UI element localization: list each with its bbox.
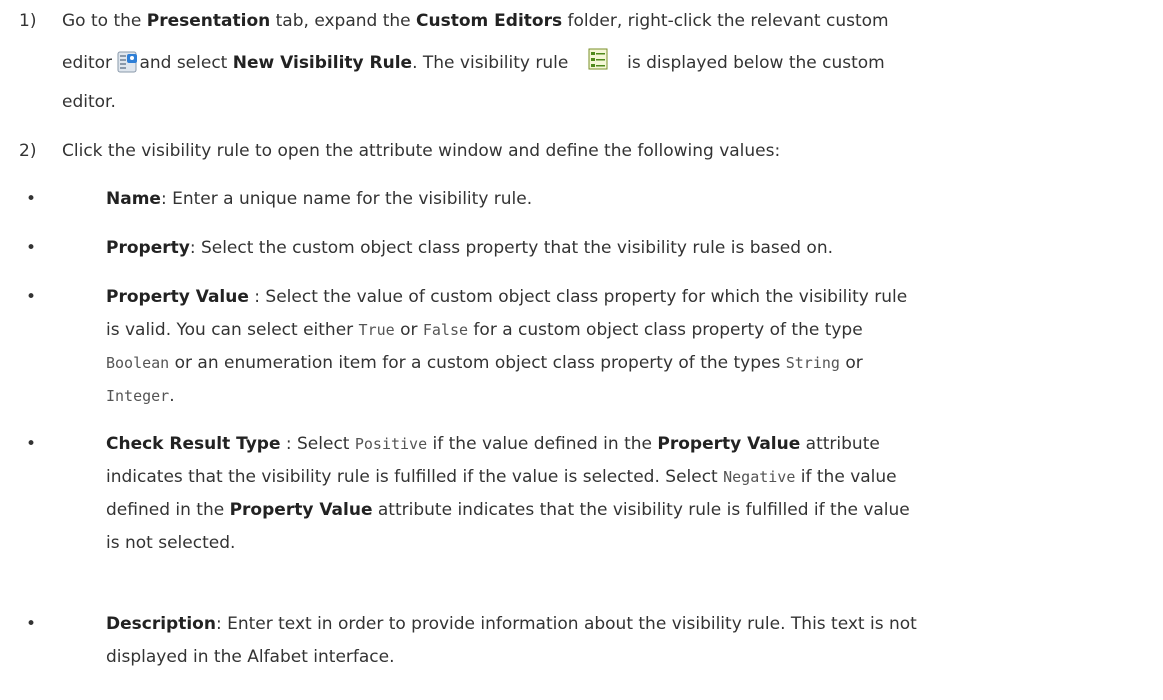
visibility-rule-icon <box>588 48 608 82</box>
step-2: 2) Click the visibility rule to open the… <box>0 135 1163 168</box>
step-1-line-2: editor and select New Visibility Rule. T… <box>62 47 1142 86</box>
bullet-text: Name: Enter a unique name for the visibi… <box>106 189 533 209</box>
step-1: 1) Go to the Presentation tab, expand th… <box>0 5 1163 125</box>
custom-editors-label: Custom Editors <box>416 11 563 31</box>
step-text: Click the visibility rule to open the at… <box>62 141 781 161</box>
bullet-text: Property: Select the custom object class… <box>106 238 834 258</box>
step-1-line-1: Go to the Presentation tab, expand the C… <box>62 11 889 31</box>
bullet-dot: • <box>26 238 37 258</box>
custom-editor-icon <box>117 50 139 86</box>
bullet-text: Description: Enter text in order to prov… <box>106 614 917 667</box>
bullet-dot: • <box>26 434 37 454</box>
bullet-dot: • <box>26 614 37 634</box>
bullet-dot: • <box>26 287 37 307</box>
bullet-text: Check Result Type : Select Positive if t… <box>106 434 910 553</box>
bullet-dot: • <box>26 189 37 209</box>
step-text: Go to the Presentation tab, expand the C… <box>62 5 1142 119</box>
step-number: 1) <box>19 11 37 31</box>
step-number: 2) <box>19 141 37 161</box>
bullet-text: Property Value : Select the value of cus… <box>106 287 908 406</box>
step-1-line-3: editor. <box>62 92 116 112</box>
new-visibility-rule-label: New Visibility Rule <box>232 53 413 73</box>
presentation-tab-label: Presentation <box>146 11 271 31</box>
